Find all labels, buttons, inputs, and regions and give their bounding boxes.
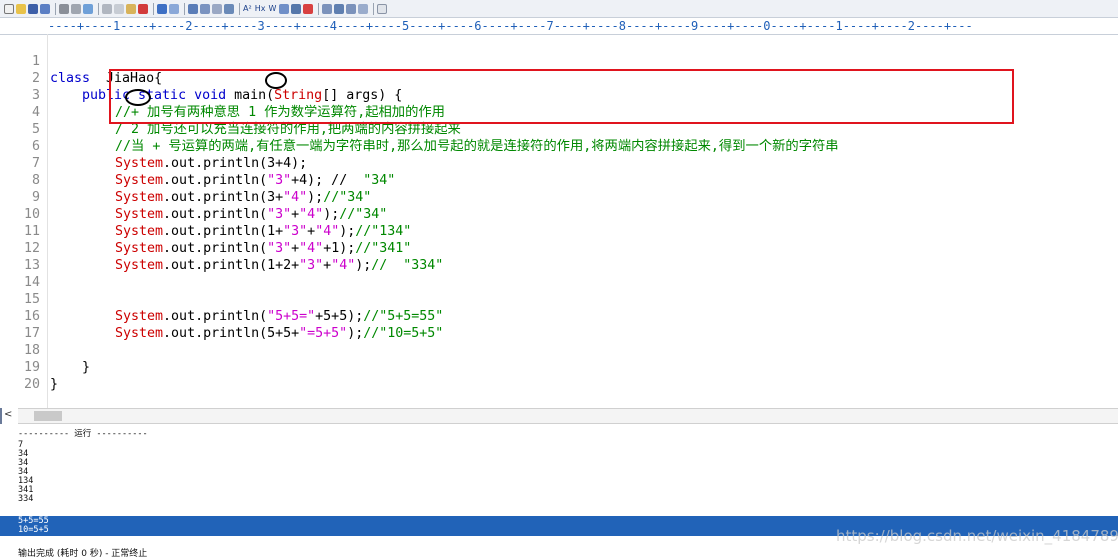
toolbar-separator [55, 2, 56, 15]
watermark: https://blog.csdn.net/weixin_41847891 [836, 527, 1118, 545]
replace-icon[interactable] [200, 3, 210, 14]
spell-icon[interactable] [83, 3, 93, 14]
code-line: 12 System.out.println(1+2+"3"+"4");// "3… [0, 223, 1100, 273]
delete-icon[interactable] [138, 3, 148, 14]
print-preview-icon[interactable] [71, 3, 81, 14]
code-line: 8 System.out.println(3+"4");//"34" [0, 155, 1100, 205]
output-line: 334 [18, 494, 34, 504]
toolbar-separator [184, 2, 185, 15]
toolbar: A² Hx W [0, 0, 1118, 18]
code-line: 14 [0, 257, 1100, 290]
window1-icon[interactable] [322, 3, 333, 14]
copy-icon[interactable] [114, 3, 124, 14]
list-icon[interactable] [279, 3, 290, 14]
print-icon[interactable] [59, 3, 69, 14]
toolbar-separator [239, 2, 240, 15]
circle-annotation [125, 89, 151, 106]
open-icon[interactable] [16, 3, 26, 14]
window2-icon[interactable] [334, 3, 345, 14]
paste-icon[interactable] [126, 3, 136, 14]
output-line-selected: 10=5+5 [18, 525, 49, 535]
code-line: 18 } [0, 325, 1100, 375]
horizontal-scrollbar[interactable] [18, 408, 1118, 424]
code-line: 9 System.out.println("3"+"4");//"34" [0, 172, 1100, 222]
goto-icon[interactable] [212, 3, 222, 14]
scroll-left-box[interactable]: < [0, 408, 18, 424]
ruler-corner [0, 18, 48, 35]
find-icon[interactable] [188, 3, 198, 14]
window4-icon[interactable] [358, 3, 369, 14]
closing-brace: } [50, 377, 59, 392]
columns-icon[interactable] [291, 3, 302, 14]
code-line: 1 class JiaHao{ [0, 36, 1100, 86]
help-icon[interactable] [377, 3, 388, 14]
save-icon[interactable] [28, 3, 38, 14]
new-icon[interactable] [4, 3, 14, 14]
code-line: 2 public static void main(String[] args)… [0, 53, 1100, 103]
code-line: 11 System.out.println("3"+"4"+1);//"341" [0, 206, 1100, 256]
code-line: 15 System.out.println("5+5="+5+5);//"5+5… [0, 274, 1100, 324]
code-line: 17 [0, 308, 1100, 341]
toolbar-separator [318, 2, 320, 15]
status-text: 输出完成 (耗时 0 秒) - 正常终止 [18, 549, 148, 559]
code-line: 16 System.out.println(5+5+"=5+5");//"10=… [0, 291, 1100, 341]
code-line: 13 [0, 240, 1100, 273]
undo-icon[interactable] [157, 3, 167, 14]
highlight-box [109, 69, 1014, 124]
code-line: 7 System.out.println("3"+4); // "34" [0, 138, 1100, 188]
line-number: 20 [23, 377, 40, 392]
wrap-button[interactable]: W [268, 4, 276, 14]
font-size-button[interactable]: A² [243, 4, 252, 14]
output-header: ---------- 运行 ---------- [18, 429, 148, 439]
scroll-left-icon[interactable]: < [4, 408, 12, 422]
code-line: 20 [0, 359, 1100, 392]
window3-icon[interactable] [346, 3, 357, 14]
code-line: 19 } [0, 342, 1100, 392]
column-ruler: ----+----1----+----2----+----3----+----4… [48, 18, 1118, 35]
redo-icon[interactable] [169, 3, 179, 14]
toolbar-separator [373, 2, 375, 15]
circle-annotation [265, 72, 287, 89]
scrollbar-thumb[interactable] [34, 411, 62, 421]
code-line: 10 System.out.println(1+"3"+"4");//"134" [0, 189, 1100, 239]
check-icon[interactable] [303, 3, 314, 14]
hex-button[interactable]: Hx [255, 4, 266, 14]
cut-icon[interactable] [102, 3, 112, 14]
toolbar-separator [153, 2, 154, 15]
compare-icon[interactable] [224, 3, 234, 14]
toolbar-separator [98, 2, 99, 15]
output-panel[interactable]: ---------- 运行 ---------- 7 34 34 34 134 … [0, 424, 1118, 516]
save-all-icon[interactable] [40, 3, 50, 14]
